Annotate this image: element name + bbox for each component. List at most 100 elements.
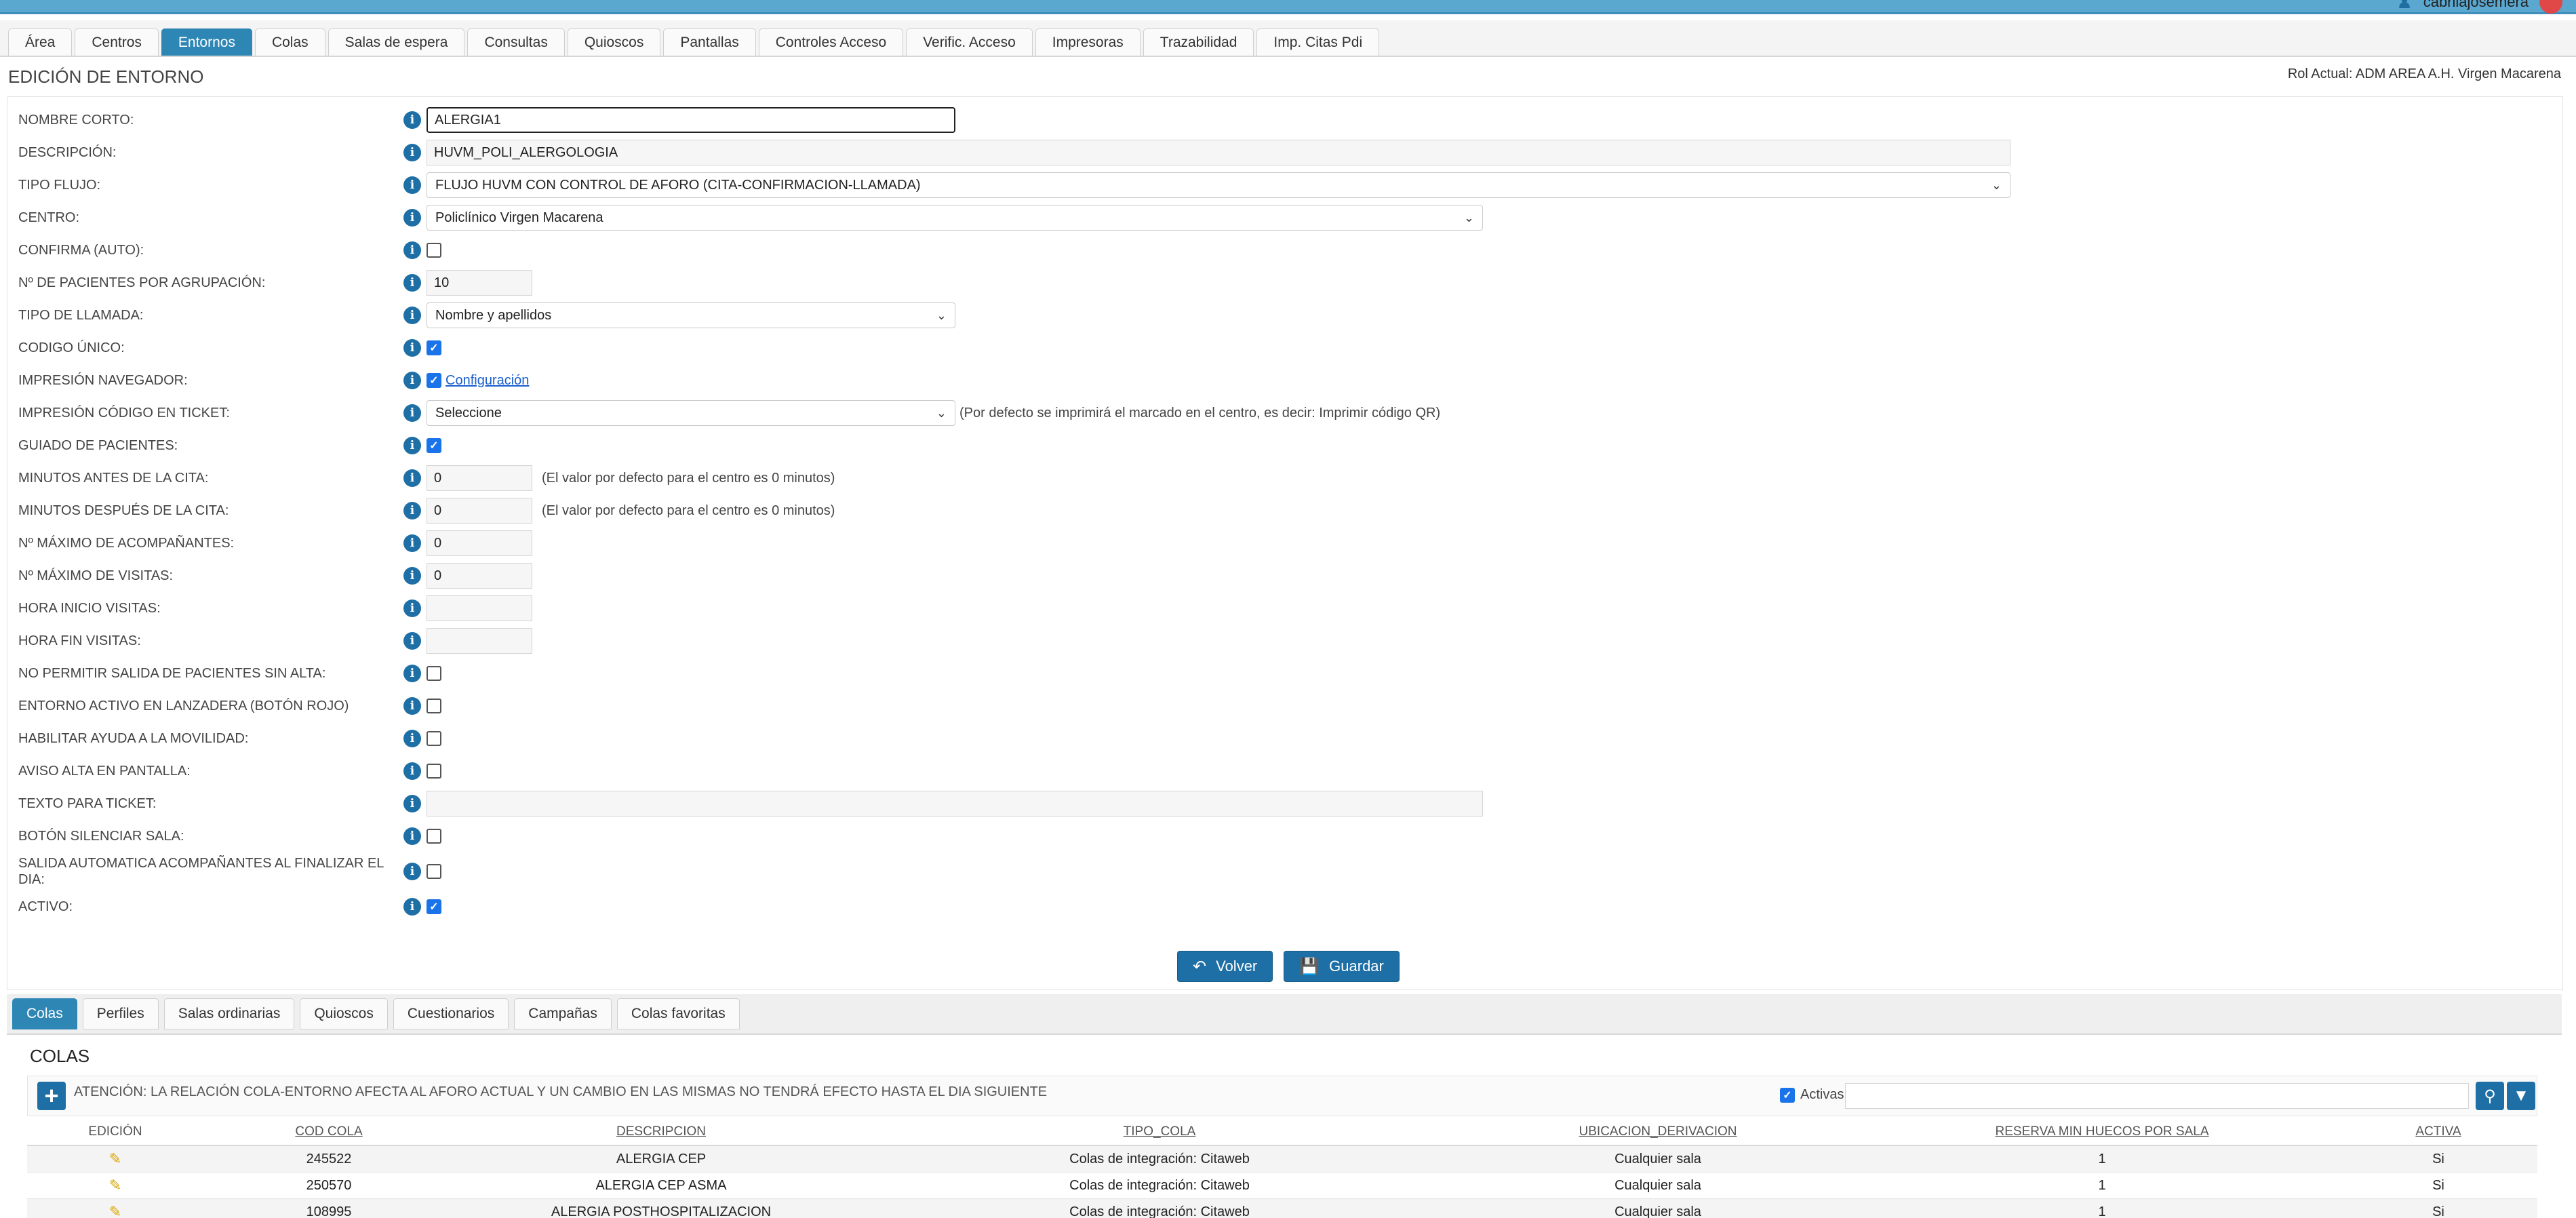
tab-3[interactable]: Colas [254, 28, 325, 56]
chevron-down-icon: ⌄ [936, 308, 947, 322]
col-header-tipo-cola[interactable]: TIPO_COLA [868, 1119, 1451, 1146]
row-hora-inicio: HORA INICIO VISITAS: i [7, 592, 2562, 625]
aviso-alta-checkbox[interactable] [427, 764, 441, 779]
pencil-icon[interactable]: ✎ [109, 1203, 121, 1218]
info-icon[interactable]: i [403, 567, 421, 585]
activas-checkbox[interactable]: ✓ [1780, 1087, 1795, 1103]
tab-11[interactable]: Trazabilidad [1143, 28, 1254, 56]
min-antes-input[interactable] [427, 465, 532, 491]
tab-1[interactable]: Centros [75, 28, 159, 56]
info-icon[interactable]: i [403, 665, 421, 682]
col-header-ubicacion[interactable]: UBICACION_DERIVACION [1451, 1119, 1865, 1146]
nombre-corto-input[interactable] [427, 107, 955, 133]
tipo-flujo-select[interactable]: FLUJO HUVM CON CONTROL DE AFORO (CITA-CO… [427, 172, 2010, 198]
min-despues-input[interactable] [427, 498, 532, 524]
subtab-1[interactable]: Perfiles [82, 998, 159, 1029]
texto-ticket-input[interactable] [427, 791, 1483, 817]
info-icon[interactable]: i [403, 404, 421, 422]
colas-search-input[interactable] [1845, 1083, 2469, 1109]
centro-select[interactable]: Policlínico Virgen Macarena ⌄ [427, 205, 1483, 231]
tab-8[interactable]: Controles Acceso [758, 28, 904, 56]
col-header-cod-cola[interactable]: COD COLA [203, 1119, 454, 1146]
subtab-4[interactable]: Cuestionarios [393, 998, 509, 1029]
activas-filter[interactable]: ✓ Activas [1780, 1087, 1844, 1103]
tab-6[interactable]: Quioscos [567, 28, 661, 56]
subtab-2[interactable]: Salas ordinarias [163, 998, 295, 1029]
volver-button[interactable]: ↶ Volver [1177, 951, 1273, 982]
impresion-codigo-select[interactable]: Seleccione ⌄ [427, 400, 955, 426]
configuracion-link[interactable]: Configuración [445, 373, 529, 389]
info-icon[interactable]: i [403, 469, 421, 487]
info-icon[interactable]: i [403, 898, 421, 916]
boton-silenciar-checkbox[interactable] [427, 829, 441, 844]
tab-10[interactable]: Impresoras [1035, 28, 1141, 56]
movilidad-checkbox[interactable] [427, 731, 441, 746]
col-header-descripcion[interactable]: DESCRIPCION [454, 1119, 868, 1146]
info-icon[interactable]: i [403, 372, 421, 389]
search-button[interactable]: ⚲ [2476, 1082, 2504, 1110]
pencil-icon[interactable]: ✎ [109, 1177, 121, 1194]
info-icon[interactable]: i [403, 111, 421, 129]
info-icon[interactable]: i [403, 307, 421, 324]
max-visitas-input[interactable] [427, 563, 532, 589]
info-icon[interactable]: i [403, 339, 421, 357]
max-acomp-input[interactable] [427, 530, 532, 556]
activas-label: Activas [1800, 1087, 1844, 1102]
info-icon[interactable]: i [403, 762, 421, 780]
max-visitas-label: Nº MÁXIMO DE VISITAS: [18, 568, 174, 583]
info-icon[interactable]: i [403, 241, 421, 259]
info-icon[interactable]: i [403, 600, 421, 617]
n-pacientes-input[interactable] [427, 270, 532, 296]
impresion-navegador-checkbox[interactable]: ✓ [427, 373, 441, 388]
row-hora-fin: HORA FIN VISITAS: i [7, 625, 2562, 657]
subtab-6[interactable]: Colas favoritas [616, 998, 740, 1029]
info-icon[interactable]: i [403, 437, 421, 454]
tab-9[interactable]: Verific. Acceso [906, 28, 1033, 56]
tab-12[interactable]: Imp. Citas Pdi [1256, 28, 1380, 56]
confirma-auto-checkbox[interactable] [427, 243, 441, 258]
guiado-checkbox[interactable]: ✓ [427, 438, 441, 453]
info-icon[interactable]: i [403, 863, 421, 880]
lanzadera-checkbox[interactable] [427, 699, 441, 713]
tab-0[interactable]: Área [8, 28, 73, 56]
power-icon[interactable] [2539, 0, 2562, 14]
info-icon[interactable]: i [403, 274, 421, 292]
tab-4[interactable]: Salas de espera [328, 28, 465, 56]
max-acomp-label: Nº MÁXIMO DE ACOMPAÑANTES: [18, 536, 235, 551]
cell-tipo: Colas de integración: Citaweb [868, 1145, 1451, 1173]
tab-5[interactable]: Consultas [467, 28, 565, 56]
info-icon[interactable]: i [403, 502, 421, 519]
descripcion-input[interactable] [427, 140, 2010, 165]
info-icon[interactable]: i [403, 827, 421, 845]
salida-auto-checkbox[interactable] [427, 864, 441, 879]
tab-7[interactable]: Pantallas [663, 28, 756, 56]
codigo-unico-checkbox[interactable]: ✓ [427, 340, 441, 355]
info-icon[interactable]: i [403, 632, 421, 650]
add-cola-button[interactable]: + [37, 1082, 66, 1110]
table-row: ✎ 245522 ALERGIA CEP Colas de integración: … [27, 1145, 2537, 1173]
info-icon[interactable]: i [403, 795, 421, 812]
user-box[interactable]: ♟ cabrilajosemera [2396, 0, 2562, 14]
subtab-5[interactable]: Campañas [514, 998, 612, 1029]
tab-2[interactable]: Entornos [161, 28, 252, 56]
activo-checkbox[interactable]: ✓ [427, 899, 441, 914]
info-icon[interactable]: i [403, 534, 421, 552]
confirma-auto-label: CONFIRMA (AUTO): [18, 243, 144, 258]
filter-button[interactable]: ▼ [2507, 1082, 2535, 1110]
tipo-llamada-select[interactable]: Nombre y apellidos ⌄ [427, 302, 955, 328]
info-icon[interactable]: i [403, 144, 421, 161]
info-icon[interactable]: i [403, 730, 421, 747]
subtab-3[interactable]: Quioscos [300, 998, 388, 1029]
pencil-icon[interactable]: ✎ [109, 1150, 121, 1167]
subtab-0[interactable]: Colas [12, 998, 77, 1029]
hora-fin-input[interactable] [427, 628, 532, 654]
no-salida-checkbox[interactable] [427, 666, 441, 681]
col-header-reserva[interactable]: RESERVA MIN HUECOS POR SALA [1865, 1119, 2339, 1146]
info-icon[interactable]: i [403, 697, 421, 715]
col-header-activa[interactable]: ACTIVA [2339, 1119, 2537, 1146]
guardar-button[interactable]: 💾 Guardar [1284, 951, 1400, 982]
info-icon[interactable]: i [403, 209, 421, 227]
info-icon[interactable]: i [403, 176, 421, 194]
hora-inicio-input[interactable] [427, 595, 532, 621]
movilidad-label: HABILITAR AYUDA A LA MOVILIDAD: [18, 731, 249, 746]
